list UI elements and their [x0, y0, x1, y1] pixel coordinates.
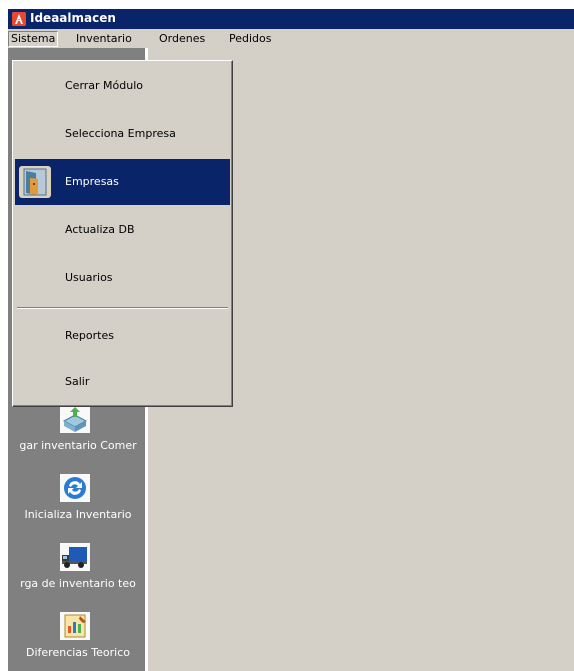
- menu-sistema[interactable]: Sistema: [8, 31, 59, 47]
- menu-item-salir[interactable]: Salir: [15, 359, 230, 405]
- menu-inventario[interactable]: Inventario: [74, 31, 134, 47]
- sidebar-item-inicializa-inventario[interactable]: Inicializa Inventario: [8, 474, 145, 540]
- window-title: Ideaalmacen: [30, 11, 116, 25]
- app-window: Ideaalmacen Sistema Inventario Ordenes P…: [8, 9, 574, 671]
- sidebar-item-carga-inventario-teorico[interactable]: rga de inventario teo: [8, 543, 145, 609]
- menu-item-label: Salir: [65, 375, 90, 388]
- title-bar[interactable]: Ideaalmacen: [8, 9, 574, 29]
- menu-item-label: Actualiza DB: [65, 223, 135, 236]
- menu-item-cerrar-modulo[interactable]: Cerrar Módulo: [15, 63, 230, 109]
- sidebar-item-label: gar inventario Comer: [19, 439, 137, 452]
- menu-item-label: Cerrar Módulo: [65, 79, 144, 92]
- sidebar-item-cargar-inventario[interactable]: gar inventario Comer: [8, 405, 145, 471]
- refresh-icon: [60, 474, 90, 502]
- menu-item-reportes[interactable]: Reportes: [15, 313, 230, 359]
- door-icon: [19, 166, 51, 198]
- app-logo-icon: [12, 12, 26, 26]
- menu-item-label: Empresas: [65, 175, 119, 188]
- menu-item-selecciona-empresa[interactable]: Selecciona Empresa: [15, 111, 230, 157]
- menu-item-usuarios[interactable]: Usuarios: [15, 255, 230, 301]
- truck-icon: [60, 543, 90, 571]
- sidebar-item-label: rga de inventario teo: [20, 577, 136, 590]
- sistema-dropdown-menu: Cerrar Módulo Selecciona Empresa Empresa…: [12, 60, 233, 407]
- menu-item-label: Reportes: [65, 329, 114, 342]
- menu-ordenes[interactable]: Ordenes: [157, 31, 207, 47]
- menu-pedidos[interactable]: Pedidos: [227, 31, 274, 47]
- sidebar-item-label: Diferencias Teorico: [26, 646, 130, 659]
- menu-item-label: Usuarios: [65, 271, 113, 284]
- menu-separator: [17, 307, 228, 309]
- menu-item-label: Selecciona Empresa: [65, 127, 176, 140]
- sidebar-item-diferencias-teorico[interactable]: Diferencias Teorico: [8, 612, 145, 671]
- menu-bar: Sistema Inventario Ordenes Pedidos: [8, 29, 574, 48]
- menu-item-empresas[interactable]: Empresas: [15, 159, 230, 205]
- menu-item-actualiza-db[interactable]: Actualiza DB: [15, 207, 230, 253]
- upload-box-icon: [60, 405, 90, 433]
- report-chart-icon: [60, 612, 90, 640]
- sidebar-item-label: Inicializa Inventario: [24, 508, 132, 521]
